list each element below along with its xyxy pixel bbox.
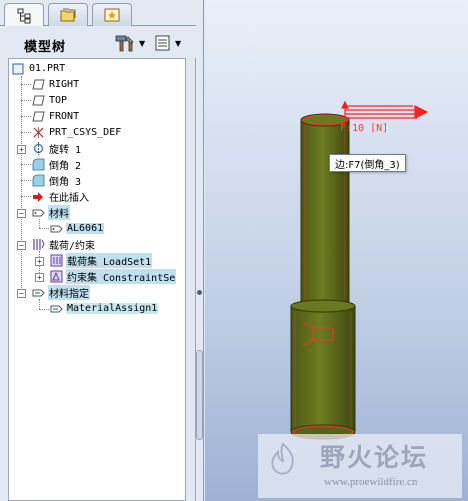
tree-item-round-3[interactable]: 倒角 3 — [31, 173, 82, 188]
splitter-handle[interactable] — [196, 350, 203, 440]
watermark-title: 野火论坛 — [320, 443, 429, 472]
edge-tooltip: 边:F7(倒角_3) — [329, 154, 406, 172]
tree-item-materials[interactable]: 材料 — [31, 205, 70, 220]
material-icon — [31, 206, 45, 219]
material-assign-icon — [49, 302, 63, 315]
folder-icon — [60, 8, 76, 22]
tree-item-revolve[interactable]: 旋转 1 — [31, 141, 82, 156]
load-constraint-icon — [31, 238, 45, 251]
constraint-set-icon — [49, 270, 63, 283]
step-face — [290, 299, 356, 313]
tree-header: 模型树 ▼ ▼ — [0, 26, 196, 58]
expand-toggle[interactable]: + — [35, 273, 44, 282]
chevron-down-icon: ▼ — [175, 38, 182, 48]
tree-item-load-set[interactable]: 载荷集 LoadSet1 — [49, 253, 153, 268]
part-model — [290, 100, 429, 440]
collapse-toggle[interactable]: − — [17, 241, 26, 250]
graphics-viewport[interactable]: F:10 [N] 边:F7(倒角_3) — [205, 0, 468, 501]
tree-item-datum-front[interactable]: FRONT — [31, 109, 80, 124]
tree-item-constraint-set[interactable]: 约束集 ConstraintSe — [49, 269, 177, 284]
tree-title: 模型树 — [24, 39, 67, 54]
model-tree-panel: 模型树 ▼ ▼ 01.PRT RIGHT TOP FRONT PRT_CSYS_… — [0, 0, 196, 501]
material-assign-icon — [31, 286, 45, 299]
watermark-url: www.proewildfire.cn — [324, 476, 418, 488]
datum-plane-icon — [31, 78, 45, 91]
navigator-tab-strip — [0, 0, 196, 27]
star-icon — [104, 8, 120, 22]
tab-model-tree[interactable] — [4, 3, 44, 27]
lower-body — [290, 305, 356, 433]
tree-tools-button[interactable]: ▼ — [114, 32, 148, 54]
collapse-toggle[interactable]: − — [17, 289, 26, 298]
round-icon — [31, 174, 45, 187]
tree-item-csys[interactable]: PRT_CSYS_DEF — [31, 125, 122, 140]
site-watermark: 野火论坛 www.proewildfire.cn — [258, 434, 462, 498]
datum-plane-icon — [31, 110, 45, 123]
tree-item-round-2[interactable]: 倒角 2 — [31, 157, 82, 172]
tree-item-material-al6061[interactable]: AL6061 — [49, 221, 105, 236]
tree-item-insert-here[interactable]: 在此插入 — [31, 189, 90, 204]
load-value-label: F:10 [N] — [340, 123, 389, 134]
tree-item-loads-constraints[interactable]: 载荷/约束 — [31, 237, 96, 252]
hammer-icon — [115, 35, 134, 52]
model-tree: 01.PRT RIGHT TOP FRONT PRT_CSYS_DEF + 旋转… — [8, 58, 186, 501]
material-icon — [49, 222, 63, 235]
flame-logo-icon — [271, 442, 294, 475]
tab-layers[interactable] — [48, 3, 88, 26]
chevron-down-icon: ▼ — [139, 38, 146, 48]
tab-favorites[interactable] — [92, 3, 132, 26]
datum-plane-icon — [31, 94, 45, 107]
splitter-grip[interactable] — [197, 290, 202, 295]
tree-item-datum-top[interactable]: TOP — [31, 93, 68, 108]
part-icon — [11, 62, 25, 75]
tree-icon — [17, 8, 31, 23]
expand-toggle[interactable]: + — [17, 145, 26, 154]
expand-toggle[interactable]: + — [35, 257, 44, 266]
tree-item-root[interactable]: 01.PRT — [11, 61, 66, 76]
upper-shaft — [300, 119, 350, 313]
coordinate-system-icon — [31, 126, 45, 139]
tree-item-material-assign-1[interactable]: MaterialAssign1 — [49, 301, 159, 316]
list-settings-icon — [155, 35, 170, 51]
round-icon — [31, 158, 45, 171]
collapse-toggle[interactable]: − — [17, 209, 26, 218]
tree-item-datum-right[interactable]: RIGHT — [31, 77, 80, 92]
tree-display-button[interactable]: ▼ — [154, 32, 188, 54]
panel-splitter[interactable] — [196, 0, 204, 501]
revolve-icon — [31, 142, 45, 155]
tree-item-material-assign[interactable]: 材料指定 — [31, 285, 90, 300]
load-set-icon — [49, 254, 63, 267]
arrow-right-icon — [31, 190, 45, 203]
